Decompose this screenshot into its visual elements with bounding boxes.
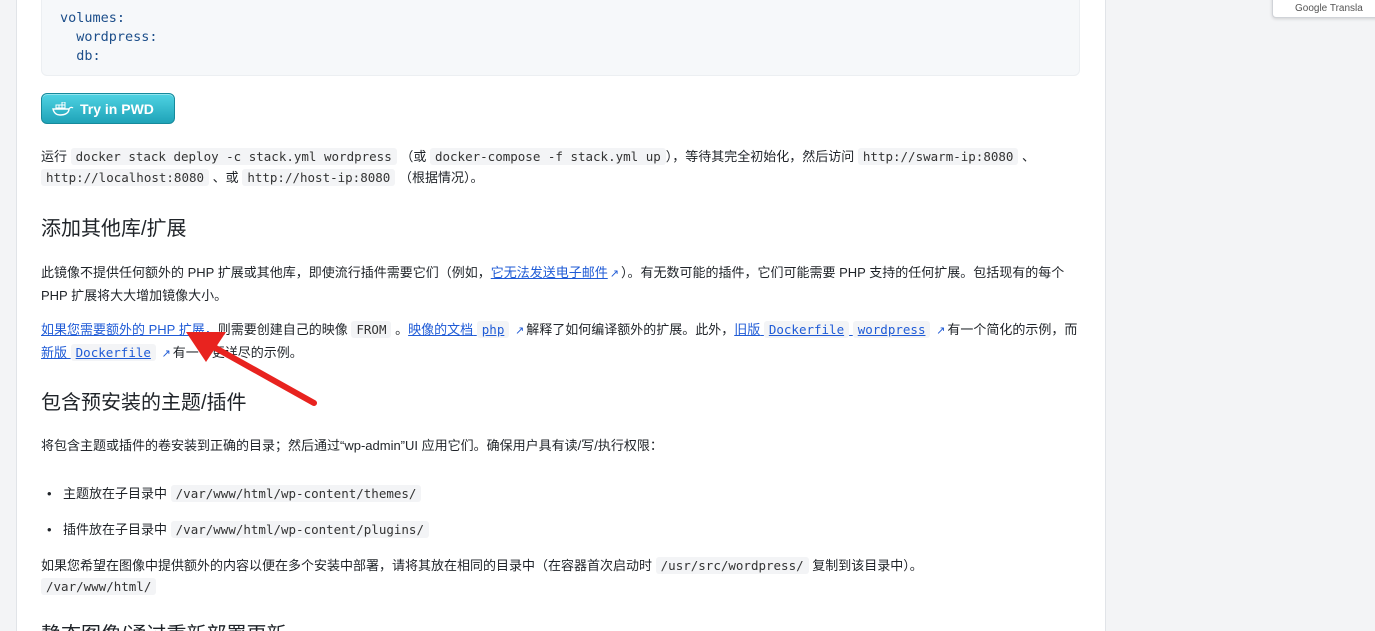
inline-code: Dockerfile <box>70 344 156 361</box>
code-block: volumes: wordpress: db: <box>41 0 1080 76</box>
code-line: wordpress: <box>60 29 158 45</box>
text: 如果您希望在图像中提供额外的内容以便在多个安装中部署，请将其放在相同的目录中（在… <box>41 558 653 573</box>
google-translate-widget[interactable]: Google Transla <box>1272 0 1375 18</box>
old-dockerfile-link[interactable]: 旧版 Dockerfile wordpress <box>734 321 931 338</box>
inline-code: Dockerfile <box>763 321 850 338</box>
text: 主题放在子目录中 <box>63 486 168 501</box>
link-text: 旧版 <box>734 322 761 337</box>
text: 插件放在子目录中 <box>63 522 168 537</box>
section-title-themes-plugins: 包含预安装的主题/插件 <box>41 392 247 414</box>
try-in-pwd-button[interactable]: Try in PWD <box>41 93 175 124</box>
inline-code: http://swarm-ip:8080 <box>857 148 1019 165</box>
extensions-paragraph-2: 如果您需要额外的 PHP 扩展，则需要创建自己的映像 FROM 。映像的文档 p… <box>41 319 1085 365</box>
inline-code: docker stack deploy -c stack.yml wordpre… <box>70 148 397 165</box>
text: ），等待其完全初始化，然后访问 <box>665 149 855 164</box>
text: 、或 <box>212 170 239 185</box>
text: 复制到该目录中）。 <box>812 558 923 573</box>
inline-code: http://host-ip:8080 <box>242 169 396 186</box>
inline-code: /var/www/html/wp-content/themes/ <box>170 485 422 502</box>
section-title-extensions: 添加其他库/扩展 <box>41 218 187 240</box>
new-dockerfile-link[interactable]: 新版 Dockerfile <box>41 344 156 361</box>
google-translate-label: Google Transla <box>1295 3 1363 14</box>
text: （或 <box>400 149 427 164</box>
text: 有一个简化的示例，而 <box>947 322 1078 337</box>
external-link-icon: ↗ <box>161 348 171 360</box>
php-image-docs-link[interactable]: 映像的文档 php <box>408 321 510 338</box>
inline-code: /usr/src/wordpress/ <box>655 557 809 574</box>
run-paragraph: 运行 docker stack deploy -c stack.yml word… <box>41 146 1085 188</box>
text: （根据情况）。 <box>398 170 484 185</box>
inline-code: FROM <box>351 321 392 338</box>
code-line: volumes: <box>60 10 126 26</box>
section-title-static-image: 静态图像/通过重新部署更新 <box>41 618 1085 631</box>
link-text: 新版 <box>41 345 68 360</box>
inline-code: /var/www/html/wp-content/plugins/ <box>170 521 429 538</box>
themes-outro: 如果您希望在图像中提供额外的内容以便在多个安装中部署，请将其放在相同的目录中（在… <box>41 555 985 597</box>
text: 解释了如何编译额外的扩展。此外， <box>526 322 735 337</box>
inline-code: wordpress <box>852 321 931 338</box>
themes-list: 主题放在子目录中 /var/www/html/wp-content/themes… <box>41 483 1085 541</box>
inline-code: docker-compose -f stack.yml up <box>429 148 666 165</box>
external-link-icon: ↗ <box>609 268 619 280</box>
list-item: 主题放在子目录中 /var/www/html/wp-content/themes… <box>41 483 1085 505</box>
extra-php-extension-link[interactable]: 如果您需要额外的 PHP 扩展， <box>41 322 218 337</box>
try-in-pwd-label: Try in PWD <box>80 100 154 117</box>
external-link-icon: ↗ <box>514 325 525 337</box>
text: 运行 <box>41 149 68 164</box>
text: 有一个更详尽的示例。 <box>172 345 303 360</box>
themes-intro: 将包含主题或插件的卷安装到正确的目录；然后通过“wp-admin”UI 应用它们… <box>41 438 663 453</box>
text: 、 <box>1022 149 1036 164</box>
code-line: db: <box>60 48 101 64</box>
text: 则需要创建自己的映像 <box>217 322 348 337</box>
extensions-paragraph: 此镜像不提供任何额外的 PHP 扩展或其他库，即使流行插件需要它们（例如，它无法… <box>41 262 1085 306</box>
text: 。 <box>395 322 409 337</box>
inline-code: /var/www/html/ <box>41 578 157 595</box>
docker-whale-icon <box>52 101 74 116</box>
link-text: 映像的文档 <box>408 322 474 337</box>
list-item: 插件放在子目录中 /var/www/html/wp-content/plugin… <box>41 519 1085 541</box>
external-link-icon: ↗ <box>936 325 946 337</box>
email-link[interactable]: 它无法发送电子邮件 <box>491 265 608 280</box>
inline-code: http://localhost:8080 <box>41 169 210 186</box>
inline-code: php <box>476 321 510 338</box>
content-panel: volumes: wordpress: db: Try in PWD 运行 do… <box>16 0 1106 631</box>
text: 此镜像不提供任何额外的 PHP 扩展或其他库，即使流行插件需要它们（例如， <box>41 265 491 280</box>
